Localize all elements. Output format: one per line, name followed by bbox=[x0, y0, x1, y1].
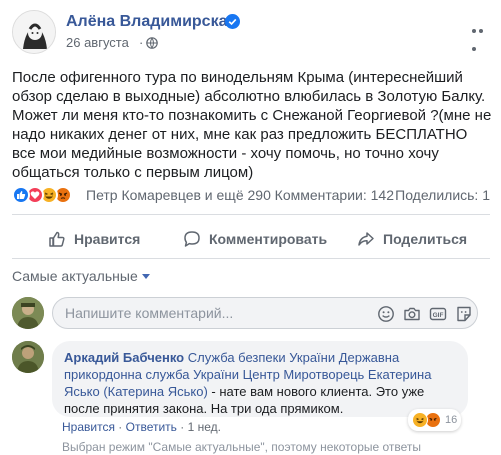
comment-input[interactable] bbox=[65, 305, 295, 321]
camera-icon[interactable] bbox=[403, 305, 421, 323]
date-separator: · bbox=[139, 35, 144, 50]
smiley-icon[interactable] bbox=[377, 305, 395, 323]
like-button-label: Нравится bbox=[74, 231, 141, 247]
comment-button[interactable]: Комментировать bbox=[183, 227, 327, 251]
current-user-avatar[interactable] bbox=[12, 297, 44, 329]
share-button[interactable]: Поделиться bbox=[357, 227, 467, 251]
commenter-avatar[interactable] bbox=[12, 341, 44, 373]
post-date[interactable]: 26 августа bbox=[66, 35, 129, 50]
haha-reaction-icon bbox=[412, 412, 428, 428]
globe-icon[interactable] bbox=[146, 37, 158, 49]
comment-input-box[interactable]: GIF bbox=[52, 297, 478, 329]
like-button[interactable]: Нравится bbox=[48, 227, 140, 251]
svg-text:GIF: GIF bbox=[433, 312, 444, 319]
chevron-down-icon bbox=[141, 273, 150, 279]
comment-time[interactable]: 1 нед. bbox=[188, 420, 221, 434]
post-header: Алёна Владимирская 26 августа · bbox=[12, 10, 492, 58]
more-options-icon[interactable] bbox=[472, 20, 492, 51]
author-avatar[interactable] bbox=[12, 10, 56, 54]
sort-label: Самые актуальные bbox=[12, 268, 138, 284]
shares-count[interactable]: Поделились: 1 bbox=[395, 187, 490, 203]
truncated-sort-note: Выбран режим "Самые актуальные", поэтому… bbox=[62, 440, 422, 454]
comment-icon bbox=[184, 231, 200, 247]
sticker-icon[interactable] bbox=[455, 305, 473, 323]
comments-count[interactable]: Комментарии: 142 bbox=[275, 187, 394, 203]
share-button-label: Поделиться bbox=[383, 231, 468, 247]
comment-actions: Нравится · Ответить · 1 нед. bbox=[62, 420, 221, 434]
comment-button-label: Комментировать bbox=[209, 231, 328, 247]
commenter-name[interactable]: Аркадий Бабченко bbox=[64, 350, 184, 365]
share-icon bbox=[358, 232, 374, 246]
comment-like-link[interactable]: Нравится bbox=[62, 420, 115, 434]
reactors-summary[interactable]: Петр Комаревцев и ещё 290 bbox=[86, 187, 271, 203]
author-name[interactable]: Алёна Владимирская bbox=[66, 13, 237, 31]
comment-reactions-count: 16 bbox=[445, 414, 458, 426]
comment-actions-separator: · bbox=[118, 420, 123, 434]
thumbs-up-icon bbox=[49, 231, 65, 247]
like-reaction-icon[interactable] bbox=[12, 186, 30, 204]
comment-sort-selector[interactable]: Самые актуальные bbox=[12, 268, 150, 284]
divider bbox=[12, 258, 490, 259]
post-text: После офигенного тура по винодельням Кры… bbox=[12, 69, 492, 181]
comment-reactions[interactable]: 16 bbox=[408, 409, 462, 431]
gif-icon[interactable]: GIF bbox=[429, 305, 447, 323]
reactions-row: Петр Комаревцев и ещё 290 Комментарии: 1… bbox=[12, 186, 490, 206]
divider bbox=[12, 214, 490, 215]
comment-bubble: Аркадий Бабченко Служба безпеки України … bbox=[52, 341, 468, 417]
comment-reply-link[interactable]: Ответить bbox=[126, 420, 177, 434]
comment-actions-separator: · bbox=[180, 420, 185, 434]
verified-icon bbox=[225, 14, 240, 29]
